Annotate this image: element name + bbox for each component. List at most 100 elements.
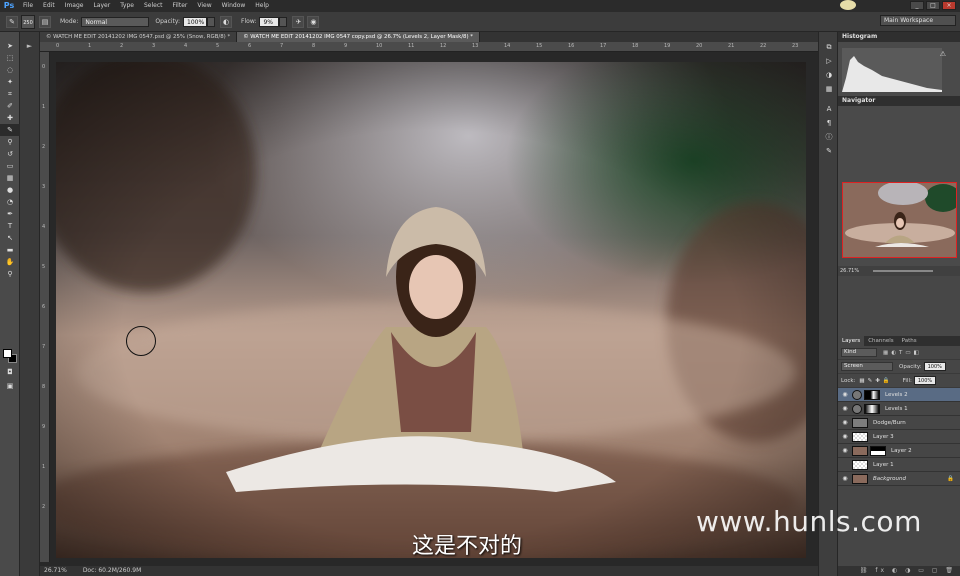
layer-row[interactable]: ◉ Levels 2 [838,388,960,402]
navigator-panel-title[interactable]: Navigator [838,96,960,106]
document-tab-active[interactable]: © WATCH ME EDIT 20141202 IMG 0547 copy.p… [237,32,480,42]
quick-mask-icon[interactable]: ◘ [0,366,20,378]
airbrush-icon[interactable]: ✈ [292,15,305,28]
minimize-button[interactable]: _ [910,1,924,10]
image-canvas[interactable] [56,62,806,558]
maximize-button[interactable]: □ [926,1,940,10]
gradient-tool-icon[interactable]: ▦ [0,172,20,184]
menu-type[interactable]: Type [115,0,139,12]
layers-panel-footer[interactable]: ⛓ fx ◐ ◑ ▭ ▢ 🗑 [838,566,960,576]
history-brush-tool-icon[interactable]: ↺ [0,148,20,160]
menu-window[interactable]: Window [217,0,251,12]
user-avatar-icon[interactable] [840,0,856,10]
menu-file[interactable]: File [18,0,38,12]
tab-paths[interactable]: Paths [898,336,921,346]
layer-row[interactable]: ◉ Layer 2 [838,444,960,458]
menu-image[interactable]: Image [60,0,89,12]
warning-icon[interactable]: ⚠ [940,50,946,58]
tab-channels[interactable]: Channels [864,336,897,346]
paragraph-panel-icon[interactable]: ¶ [819,116,839,130]
navigator-zoom[interactable]: 26.71% [838,266,960,276]
navigator-zoom-value[interactable]: 26.71% [840,268,859,274]
eyedropper-tool-icon[interactable]: ✐ [0,100,20,112]
info-panel-icon[interactable]: ⓘ [819,130,839,144]
foreground-color-swatch[interactable] [3,349,12,358]
navigator-zoom-slider[interactable] [872,269,933,272]
lock-icons[interactable]: ▦✎✚🔒 [859,378,892,384]
opacity-input[interactable]: 100% [183,16,208,27]
menu-layer[interactable]: Layer [88,0,115,12]
screen-mode-icon[interactable]: ▣ [0,380,20,392]
eye-icon[interactable]: ◉ [838,475,852,482]
quick-select-tool-icon[interactable]: ✦ [0,76,20,88]
layer-filter-row: Kind ▦◐T▭◧ [838,346,960,360]
eye-icon[interactable]: ◉ [838,433,852,440]
brush-tool-icon[interactable]: ✎ [6,15,18,28]
character-panel-icon[interactable]: A [819,102,839,116]
menu-filter[interactable]: Filter [168,0,193,12]
flow-input[interactable]: 9% [259,16,280,27]
histogram-panel-title[interactable]: Histogram [838,32,960,42]
menu-edit[interactable]: Edit [38,0,60,12]
menu-view[interactable]: View [192,0,216,12]
layer-opacity-input[interactable]: 100% [923,362,946,371]
eye-icon[interactable]: ◉ [838,405,852,412]
eye-icon[interactable]: ◉ [838,391,852,398]
brush-presets-icon[interactable]: ✎ [819,144,839,158]
brush-preset-picker[interactable]: 250 [21,14,35,29]
menu-help[interactable]: Help [250,0,274,12]
dodge-tool-icon[interactable]: ◔ [0,196,20,208]
layer-row[interactable]: ◉ Layer 1 [838,458,960,472]
horizontal-ruler[interactable]: 0 1 2 3 4 5 6 7 8 9 10 11 12 13 14 15 16 17 18 19 20 21 22 23 [40,42,818,52]
filter-icons[interactable]: ▦◐T▭◧ [883,350,922,356]
layer-mask-thumbnail[interactable] [864,389,880,400]
marquee-tool-icon[interactable]: ⬚ [0,52,20,64]
type-tool-icon[interactable]: T [0,220,20,232]
history-panel-icon[interactable]: ⧉ [819,40,839,54]
layer-row[interactable]: ◉ Dodge/Burn [838,416,960,430]
eye-icon[interactable]: ◉ [838,461,852,468]
pen-tool-icon[interactable]: ✒ [0,208,20,220]
pressure-opacity-icon[interactable]: ◐ [220,15,233,28]
layer-mask-thumbnail[interactable] [870,445,886,456]
layer-row[interactable]: ◉ Background 🔒 [838,472,960,486]
vertical-ruler[interactable]: 0 1 2 3 4 5 6 7 8 9 1 2 [40,52,50,562]
workspace-select[interactable]: Main Workspace [880,15,956,26]
stamp-tool-icon[interactable]: ⚲ [0,136,20,148]
document-tab[interactable]: © WATCH ME EDIT 20141202 IMG 0547.psd @ … [40,32,238,42]
layer-name: Levels 2 [885,391,908,398]
styles-panel-icon[interactable]: ▦ [819,82,839,96]
lasso-tool-icon[interactable]: ◌ [0,64,20,76]
blur-tool-icon[interactable]: ● [0,184,20,196]
path-select-tool-icon[interactable]: ↖ [0,232,20,244]
eye-icon[interactable]: ◉ [838,447,852,454]
eye-icon[interactable]: ◉ [838,419,852,426]
zoom-level[interactable]: 26.71% [44,567,67,574]
chevron-right-icon[interactable]: ► [20,42,39,50]
healing-tool-icon[interactable]: ✚ [0,112,20,124]
layer-mask-thumbnail[interactable] [864,403,880,414]
menu-select[interactable]: Select [139,0,168,12]
flow-dropdown[interactable] [279,16,288,27]
kind-filter-select[interactable]: Kind [841,348,877,357]
close-button[interactable]: × [942,1,956,10]
move-tool-icon[interactable]: ➤ [0,40,20,52]
pressure-size-icon[interactable]: ◉ [307,15,320,28]
hand-tool-icon[interactable]: ✋ [0,256,20,268]
opacity-dropdown[interactable] [207,16,216,27]
brush-tool-icon[interactable]: ✎ [0,124,20,136]
blend-mode-select[interactable]: Screen [841,362,893,371]
adjustments-panel-icon[interactable]: ◑ [819,68,839,82]
actions-panel-icon[interactable]: ▷ [819,54,839,68]
layer-row[interactable]: ◉ Layer 3 [838,430,960,444]
eraser-tool-icon[interactable]: ▭ [0,160,20,172]
layer-row[interactable]: ◉ Levels 1 [838,402,960,416]
shape-tool-icon[interactable]: ▬ [0,244,20,256]
brush-panel-icon[interactable]: ▤ [39,15,51,28]
zoom-tool-icon[interactable]: ⚲ [0,268,20,280]
navigator-preview[interactable] [842,182,957,258]
tab-layers[interactable]: Layers [838,336,865,346]
fill-input[interactable]: 100% [913,376,936,385]
mode-select[interactable]: Normal [81,16,150,27]
crop-tool-icon[interactable]: ⌗ [0,88,20,100]
